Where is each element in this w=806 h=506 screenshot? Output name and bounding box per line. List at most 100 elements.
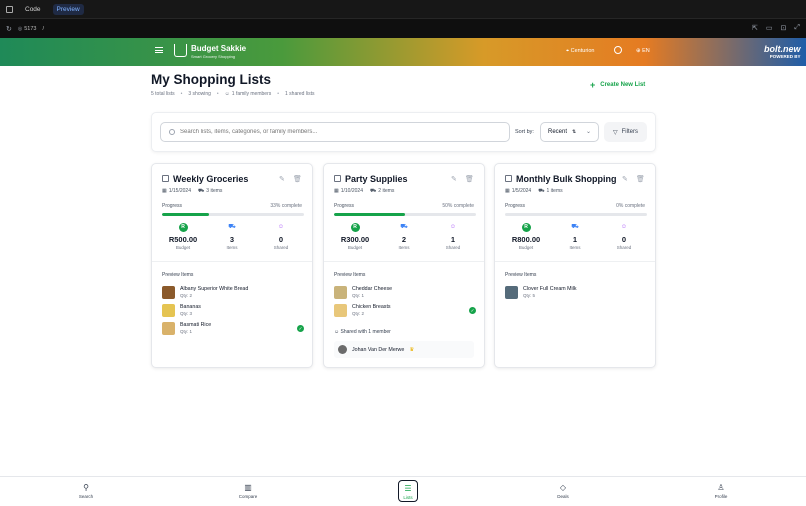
nav-lists[interactable]: ☰ Lists (398, 480, 418, 502)
sort-label: Sort by: (515, 129, 534, 135)
preview-item[interactable]: Cheddar Cheese Qty: 1 (334, 286, 476, 301)
calendar-icon: ▦ (334, 188, 339, 194)
items-label: Items (569, 245, 581, 250)
budget-value: R500.00 (168, 235, 198, 244)
cart-icon: ⛟ (228, 224, 236, 230)
list-title[interactable]: Weekly Groceries (173, 174, 248, 184)
sort-order-icon: ⇅ (572, 129, 577, 135)
sidebar-toggle-icon[interactable] (6, 5, 13, 13)
nav-deals[interactable]: ◇ Deals (543, 483, 583, 499)
list-meta: ▦ 1/15/2024 ⛟ 3 items (162, 188, 222, 195)
item-name: Basmati Rice (180, 322, 212, 328)
inspect-icon[interactable]: ⊡ (781, 24, 787, 32)
app-header: Budget Sakkie Smart Grocery Shopping ⌖ C… (0, 38, 806, 66)
stat-items: ⛟ 1 Items (553, 223, 597, 250)
cart-logo-icon (174, 44, 187, 57)
item-name: Albany Superior White Bread (180, 286, 249, 292)
progress-label: Progress (162, 203, 183, 209)
nav-profile[interactable]: ♙ Profile (701, 483, 741, 499)
header-search-icon[interactable] (614, 46, 622, 54)
item-qty: Qty: 3 (180, 311, 193, 316)
create-new-list-button[interactable]: + Create New List (584, 77, 651, 93)
sort-select[interactable]: Recent ⇅ ⌄ (540, 122, 599, 142)
nav-compare[interactable]: ▥ Compare (228, 483, 268, 499)
device-icon[interactable]: ▭ (766, 24, 773, 32)
divider (152, 261, 312, 262)
preview-item[interactable]: Basmati Rice Qty: 1 ✓ (162, 322, 304, 337)
stat-showing: 3 showing (188, 91, 211, 97)
divider (495, 261, 655, 262)
progress-bar (505, 213, 647, 216)
tab-code[interactable]: Code (21, 4, 45, 15)
preview-item[interactable]: Bananas Qty: 3 (162, 304, 304, 319)
list-meta: ▦ 1/5/2024 ⛟ 1 items (505, 188, 563, 195)
editor-toolbar: Code Preview (0, 0, 806, 18)
trash-icon[interactable]: 🗑 (636, 175, 645, 183)
bolt-badge[interactable]: bolt.new POWERED BY (764, 44, 801, 59)
language-button[interactable]: ⊕ EN (636, 48, 650, 54)
check-icon: ✓ (297, 325, 304, 332)
list-stats: 5 total lists • 3 showing • ☺ 1 family m… (151, 91, 315, 97)
progress-bar (162, 213, 304, 216)
edit-icon[interactable]: ✎ (279, 175, 285, 183)
item-name: Bananas (180, 304, 201, 310)
nav-search[interactable]: ⚲ Search (66, 483, 106, 499)
product-thumbnail (334, 304, 347, 317)
shared-label: Shared (616, 245, 632, 250)
reload-icon[interactable]: ↻ (6, 25, 12, 33)
item-qty: Qty: 5 (523, 293, 536, 298)
shared-label: Shared (445, 245, 461, 250)
list-card[interactable]: Weekly Groceries ✎ 🗑 ▦ 1/15/2024 ⛟ 3 ite… (151, 163, 313, 368)
select-checkbox[interactable] (334, 175, 341, 182)
stat-total: 5 total lists (151, 91, 175, 97)
list-card[interactable]: Party Supplies ✎ 🗑 ▦ 1/10/2024 ⛟ 2 items… (323, 163, 485, 368)
page-title: My Shopping Lists (151, 72, 271, 87)
trash-icon[interactable]: 🗑 (465, 175, 474, 183)
location-button[interactable]: ⌖ Centurion (566, 48, 595, 55)
user-icon: ♙ (717, 483, 725, 492)
item-name: Clover Full Cream Milk (523, 286, 577, 292)
preview-item[interactable]: Clover Full Cream Milk Qty: 5 (505, 286, 647, 301)
preview-items-label: Preview Items (334, 272, 366, 278)
url-path[interactable]: / (43, 26, 45, 32)
tab-preview[interactable]: Preview (52, 3, 84, 15)
create-new-list-label: Create New List (600, 82, 646, 88)
plus-icon: + (590, 80, 596, 90)
search-input[interactable] (180, 129, 480, 135)
shared-with-label: Shared with 1 member (340, 329, 391, 335)
edit-icon[interactable]: ✎ (622, 175, 628, 183)
cart-icon: ⛟ (197, 188, 205, 194)
member-name: Johan Van Der Merwe (352, 346, 405, 353)
stat-shared: ☺ 1 Shared (431, 223, 475, 250)
list-title[interactable]: Party Supplies (345, 174, 408, 184)
fullscreen-icon[interactable]: ⤢ (794, 24, 800, 32)
trash-icon[interactable]: 🗑 (293, 175, 302, 183)
member-chip[interactable]: Johan Van Der Merwe ♛ (334, 341, 474, 358)
nav-search-label: Search (78, 494, 94, 499)
filters-button[interactable]: ▽ Filters (604, 122, 647, 142)
crown-icon: ♛ (409, 346, 415, 353)
search-field[interactable] (160, 122, 510, 142)
edit-icon[interactable]: ✎ (451, 175, 457, 183)
calendar-icon: ▦ (162, 188, 167, 194)
select-checkbox[interactable] (505, 175, 512, 182)
users-icon: ☺ (334, 329, 340, 335)
stat-shared: 1 shared lists (285, 91, 315, 97)
brand[interactable]: Budget Sakkie Smart Grocery Shopping (191, 44, 246, 59)
open-external-icon[interactable]: ⇱ (752, 24, 758, 32)
stat-items: ⛟ 2 Items (382, 223, 426, 250)
preview-item[interactable]: Chicken Breasts Qty: 2 ✓ (334, 304, 476, 319)
money-icon: R (178, 223, 188, 232)
preview-items-label: Preview Items (505, 272, 537, 278)
list-card[interactable]: Monthly Bulk Shopping ✎ 🗑 ▦ 1/5/2024 ⛟ 1… (494, 163, 656, 368)
preview-item[interactable]: Albany Superior White Bread Qty: 2 (162, 286, 304, 301)
shared-value: 1 (450, 235, 456, 244)
menu-icon[interactable] (155, 47, 163, 53)
list-title[interactable]: Monthly Bulk Shopping (516, 174, 617, 184)
product-thumbnail (334, 286, 347, 299)
items-label: Items (226, 245, 238, 250)
budget-label: Budget (518, 245, 534, 250)
search-icon (169, 129, 175, 135)
select-checkbox[interactable] (162, 175, 169, 182)
port-icon: ◎ (17, 25, 23, 32)
